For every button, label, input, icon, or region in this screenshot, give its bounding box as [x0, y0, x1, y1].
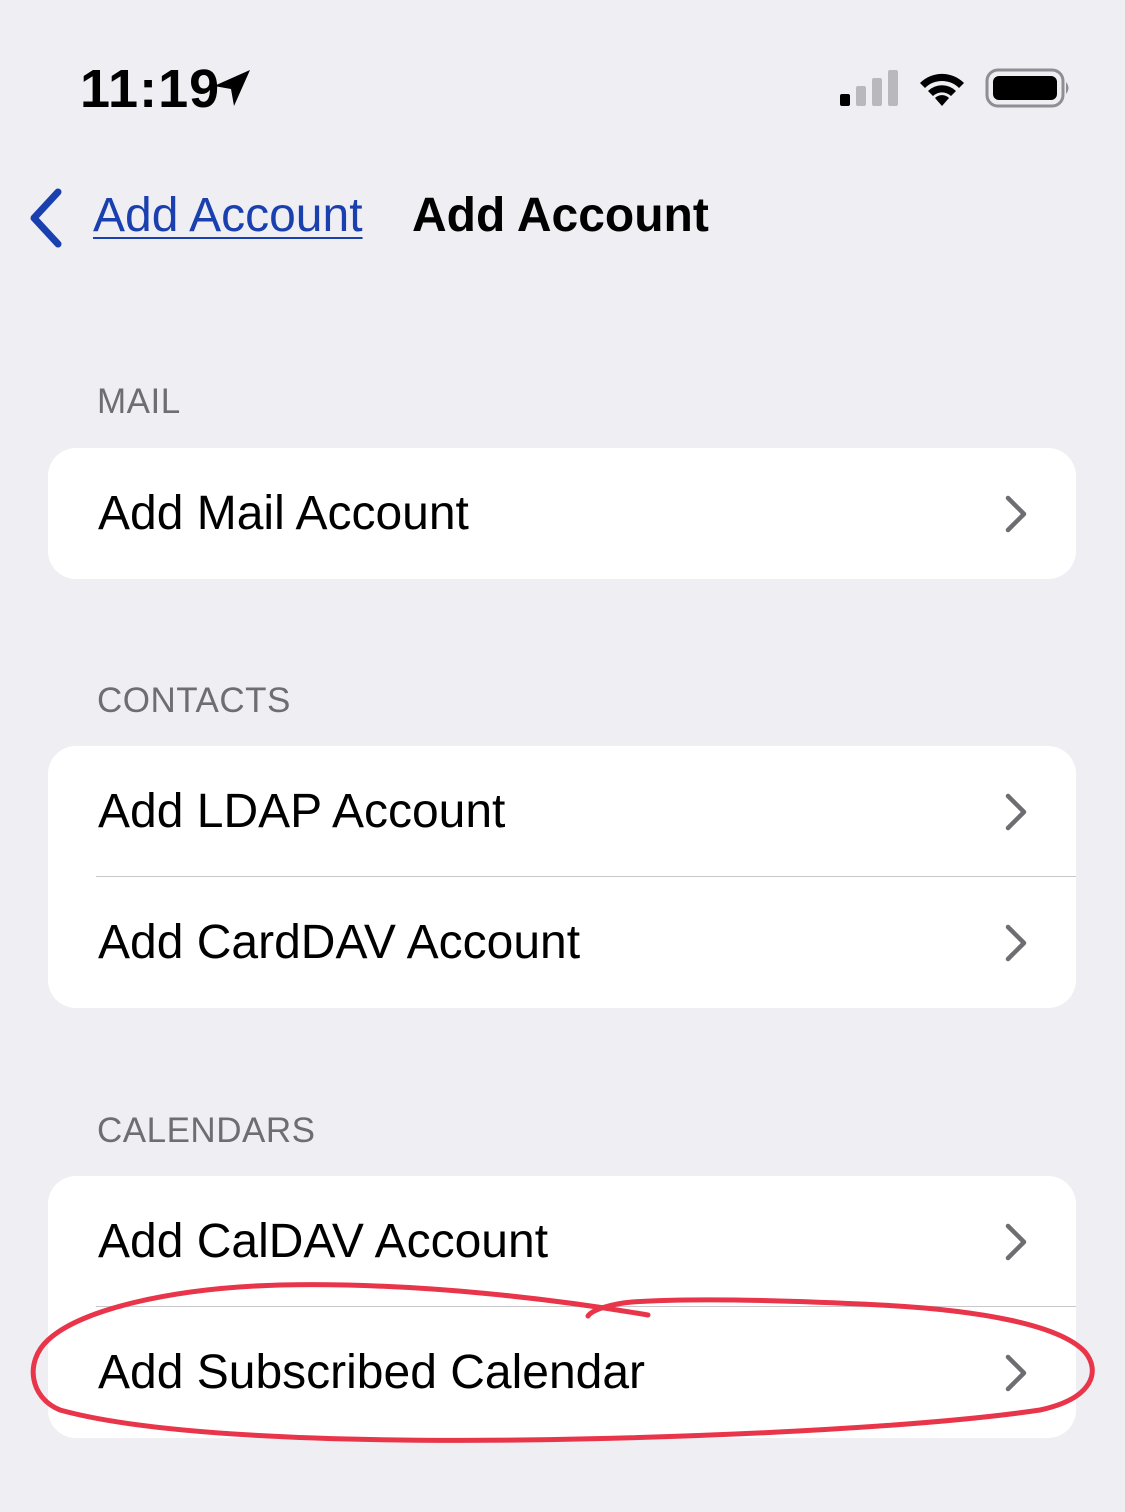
- row-label: Add CalDAV Account: [98, 1215, 549, 1268]
- section-header-calendars: CALENDARS: [97, 1111, 316, 1150]
- wifi-icon: [920, 73, 964, 106]
- calendars-group: Add CalDAV Account Add Subscribed Calend…: [48, 1176, 1076, 1438]
- chevron-right-icon: [1005, 1223, 1027, 1261]
- add-mail-account-row[interactable]: Add Mail Account: [48, 448, 1076, 579]
- add-caldav-account-row[interactable]: Add CalDAV Account: [48, 1176, 1076, 1307]
- chevron-right-icon: [1005, 924, 1027, 962]
- mail-group: Add Mail Account: [48, 448, 1076, 579]
- back-chevron-icon[interactable]: [24, 186, 68, 250]
- chevron-right-icon: [1005, 1354, 1027, 1392]
- navigation-bar: Add Account Add Account: [0, 170, 1125, 270]
- add-carddav-account-row[interactable]: Add CardDAV Account: [48, 877, 1076, 1008]
- contacts-group: Add LDAP Account Add CardDAV Account: [48, 746, 1076, 1008]
- chevron-right-icon: [1005, 793, 1027, 831]
- add-ldap-account-row[interactable]: Add LDAP Account: [48, 746, 1076, 877]
- section-header-mail: MAIL: [97, 382, 181, 421]
- add-subscribed-calendar-row[interactable]: Add Subscribed Calendar: [48, 1307, 1076, 1438]
- cellular-signal-icon: [840, 70, 898, 106]
- page-title: Add Account: [412, 189, 709, 242]
- status-time: 11:19: [80, 59, 221, 119]
- back-button[interactable]: Add Account: [93, 188, 363, 243]
- row-label: Add Subscribed Calendar: [98, 1346, 646, 1399]
- battery-icon: [985, 68, 1069, 108]
- row-label: Add LDAP Account: [98, 785, 506, 838]
- chevron-right-icon: [1005, 495, 1027, 533]
- row-label: Add CardDAV Account: [98, 916, 581, 969]
- status-bar: 11:19: [0, 0, 1125, 170]
- location-arrow-icon: [214, 70, 250, 106]
- section-header-contacts: CONTACTS: [97, 681, 291, 720]
- row-label: Add Mail Account: [98, 487, 469, 540]
